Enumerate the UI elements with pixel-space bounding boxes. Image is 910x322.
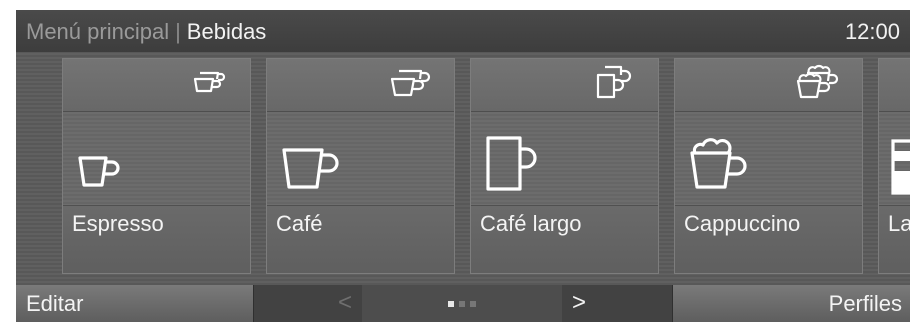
- page-dot: [470, 301, 476, 307]
- bottom-bar: Editar < > Perfiles: [16, 285, 910, 322]
- medium-cup-icon: [390, 69, 431, 97]
- page-indicator: [362, 285, 562, 322]
- small-cup-icon: [193, 71, 226, 93]
- tile-cafe[interactable]: Café: [266, 58, 455, 274]
- foam-cup-icon: [796, 64, 839, 99]
- edit-button-label: Editar: [26, 291, 84, 316]
- breadcrumb-separator: |: [175, 19, 181, 44]
- next-page-button[interactable]: >: [562, 285, 672, 322]
- tile-label: Café: [276, 211, 323, 236]
- espresso-cup-icon: [78, 156, 120, 187]
- chevron-left-icon: <: [338, 289, 353, 316]
- tall-mug-icon: [596, 65, 632, 99]
- profiles-button[interactable]: Perfiles: [672, 285, 910, 322]
- page-dot: [459, 301, 465, 307]
- breadcrumb-parent[interactable]: Menú principal: [26, 19, 169, 44]
- profiles-button-label: Perfiles: [828, 291, 902, 316]
- beverage-tiles: Espresso Café Café largo Cappuccino La: [16, 52, 910, 285]
- tile-label: La: [888, 211, 910, 236]
- header-bar: Menú principal | Bebidas 12:00: [16, 10, 910, 52]
- tile-label: Espresso: [72, 211, 164, 236]
- breadcrumb: Menú principal | Bebidas: [26, 19, 266, 45]
- mug-icon: [486, 136, 537, 191]
- edit-button[interactable]: Editar: [16, 285, 254, 322]
- breadcrumb-current: Bebidas: [186, 19, 267, 44]
- tile-espresso[interactable]: Espresso: [62, 58, 251, 274]
- cappuccino-cup-icon: [690, 138, 747, 189]
- tile-cappuccino[interactable]: Cappuccino: [674, 58, 863, 274]
- clock: 12:00: [844, 19, 900, 44]
- page-dot-active: [448, 301, 454, 307]
- glass-icon: [891, 139, 910, 195]
- coffee-machine-screen: Menú principal|Bebidas 12:00 Espresso: [16, 10, 910, 322]
- tile-cafe-largo[interactable]: Café largo: [470, 58, 659, 274]
- tile-label: Café largo: [480, 211, 582, 236]
- tile-partial[interactable]: La: [878, 58, 910, 274]
- chevron-right-icon: >: [572, 289, 587, 316]
- previous-page-button[interactable]: <: [254, 285, 362, 322]
- coffee-cup-icon: [282, 148, 339, 189]
- tile-label: Cappuccino: [684, 211, 801, 236]
